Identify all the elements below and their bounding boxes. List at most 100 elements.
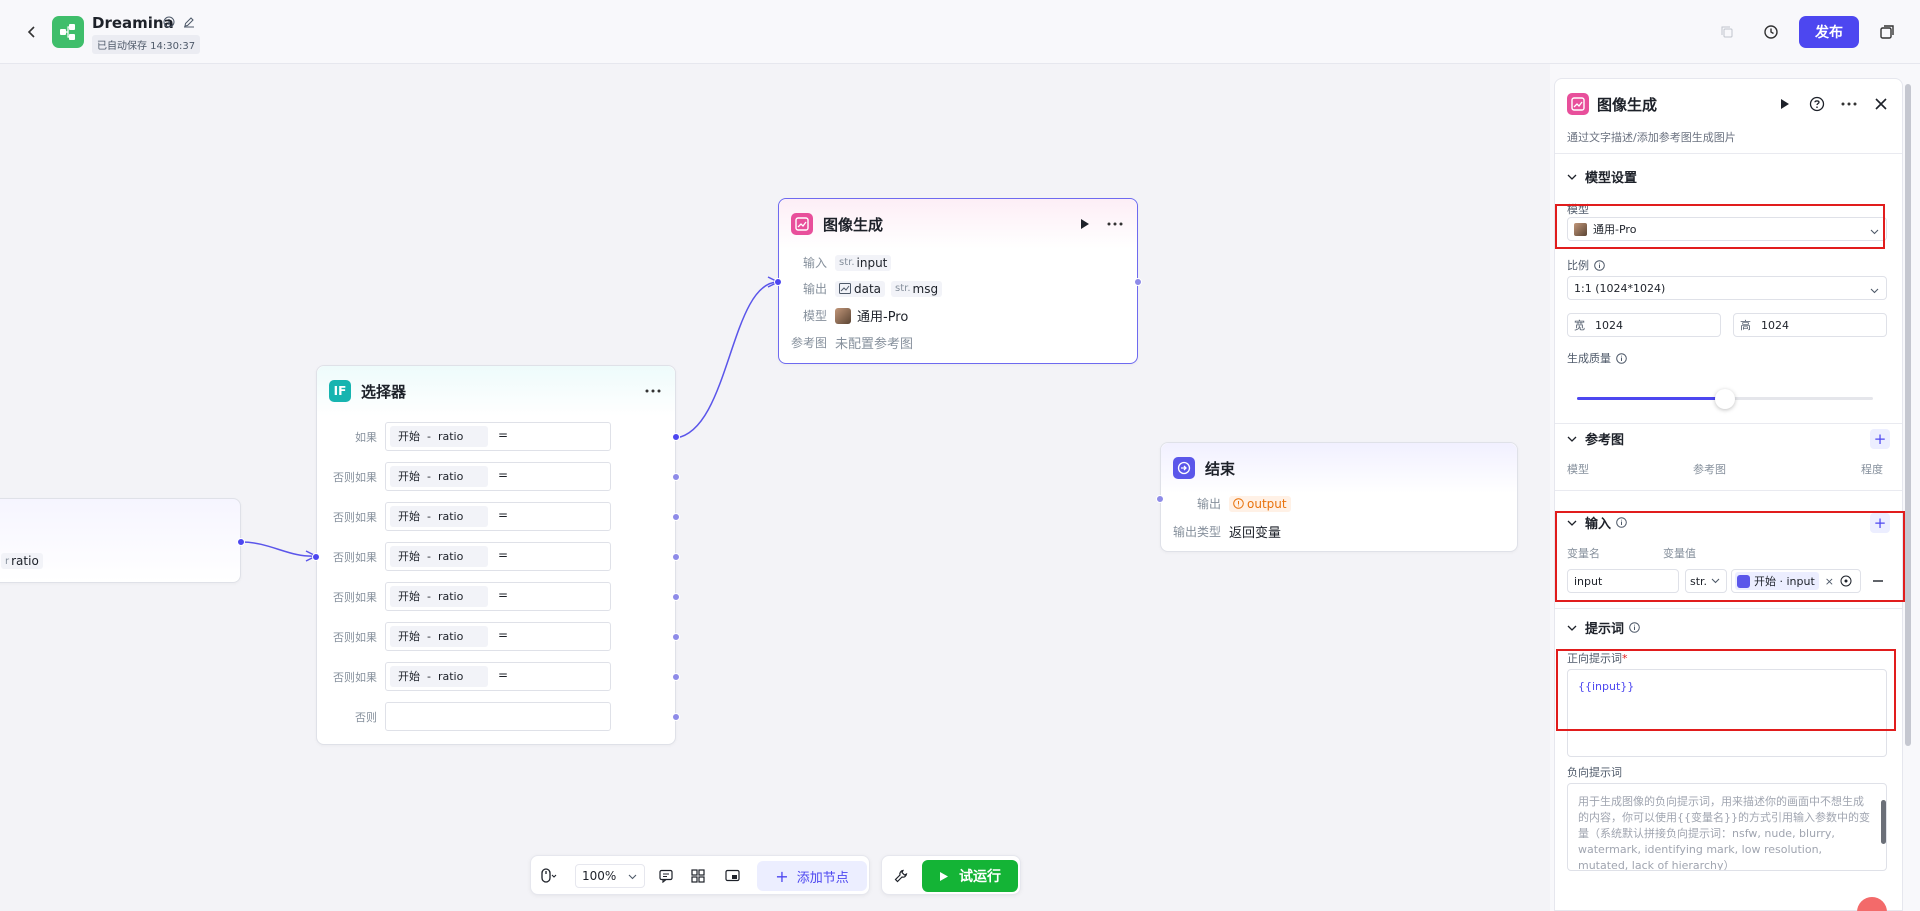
panel-card: 图像生成 通过文字描述/添加参考图生成图片 模型设置 模型 通用-Pro 比例 [1554,78,1903,911]
zoom-select[interactable]: 100% [575,864,645,888]
variable-chip: 开始 - ratio [390,586,488,607]
model-settings-section[interactable]: 模型设置 [1567,167,1637,186]
test-run-button[interactable]: 试运行 [922,860,1018,892]
clear-icon[interactable]: × [1825,575,1834,588]
quality-label: 生成质量 [1567,350,1627,366]
else-row: 否则 [317,701,680,734]
condition-handle[interactable] [672,513,680,521]
node-title: 结束 [1205,459,1236,478]
exit-icon [1173,457,1195,479]
chevron-down-icon [1870,225,1879,238]
else-input[interactable] [385,702,611,731]
add-node-button[interactable]: + 添加节点 [757,861,867,891]
play-icon[interactable] [1075,214,1095,234]
add-reference-button[interactable]: + [1870,429,1890,449]
edit-icon[interactable] [182,15,196,29]
negative-prompt-input[interactable]: 用于生成图像的负向提示词，用来描述你的画面中不想生成的内容，你可以使用{{变量名… [1567,783,1887,871]
else-handle[interactable] [672,713,680,721]
condition-row: 否则如果 开始 - ratio = [317,501,680,534]
condition-input[interactable]: 开始 - ratio = [385,462,611,491]
target-icon[interactable] [1840,575,1852,587]
width-input[interactable]: 宽 1024 [1567,313,1721,337]
image-gen-node[interactable]: 图像生成 输入 str. input 输出 data str. msg 模型 通用-… [774,198,1142,364]
condition-input[interactable]: 开始 - ratio = [385,582,611,611]
plus-icon: + [775,866,789,886]
output-tag: r ratio [1,553,43,569]
condition-handle[interactable] [672,473,680,481]
play-icon[interactable] [1774,93,1796,115]
info-icon [1594,259,1605,271]
prompt-section[interactable]: 提示词 [1567,618,1640,637]
model-avatar [1574,222,1587,236]
info-icon [1616,352,1627,364]
height-input[interactable]: 高 1024 [1733,313,1887,337]
input-section[interactable]: 输入 [1567,513,1627,532]
condition-input[interactable]: 开始 - ratio = [385,542,611,571]
remove-input-button[interactable] [1869,569,1887,593]
quality-slider[interactable] [1577,389,1873,409]
info-icon[interactable] [162,15,176,29]
chevron-left-icon [27,26,35,38]
history-icon[interactable] [1760,21,1782,43]
condition-handle[interactable] [672,593,680,601]
close-icon[interactable] [1870,93,1892,115]
positive-prompt-input[interactable]: {{input}} [1567,669,1887,757]
condition-input[interactable]: 开始 - ratio = [385,662,611,691]
more-icon[interactable] [1838,93,1860,115]
more-icon[interactable] [1105,214,1125,234]
variable-chip: 开始 - ratio [390,546,488,567]
condition-handle[interactable] [672,673,680,681]
end-node[interactable]: 结束 输出 output 输出类型 返回变量 [1156,442,1518,552]
textarea-scrollbar[interactable] [1881,800,1886,844]
copy-icon[interactable] [1716,21,1738,43]
image-type-icon [839,283,851,294]
more-icon[interactable] [643,381,663,401]
back-button[interactable] [20,20,44,44]
model-label: 模型 [1567,203,1589,216]
help-icon[interactable] [1806,93,1828,115]
condition-handle[interactable] [672,553,680,561]
minimap-icon [724,869,740,882]
variable-chip: 开始 · input [1735,572,1819,590]
chevron-down-icon [1870,284,1879,297]
variable-chip: 开始 - ratio [390,626,488,647]
condition-input[interactable]: 开始 - ratio = [385,502,611,531]
output-tag: str. msg [891,280,943,297]
variable-name-input[interactable]: input [1567,569,1679,593]
ratio-select[interactable]: 1:1 (1024*1024) [1567,276,1887,300]
panel-scrollbar[interactable] [1902,76,1914,901]
model-select[interactable]: 通用-Pro [1567,217,1887,241]
condition-row: 否则如果 开始 - ratio = [317,621,680,654]
start-node[interactable]: r ratio [0,498,245,583]
panel-description: 通过文字描述/添加参考图生成图片 [1567,131,1736,144]
scrollbar-thumb[interactable] [1905,84,1911,746]
selector-node[interactable]: IF 选择器 如果 开始 - ratio = 否则如果 开始 - ratio =… [312,365,680,745]
condition-handle[interactable] [672,433,680,441]
mouse-mode-button[interactable] [537,865,559,887]
slider-thumb[interactable] [1715,389,1735,409]
publish-button[interactable]: 发布 [1799,16,1859,48]
start-output-handle[interactable] [237,538,245,546]
comment-button[interactable] [655,865,677,887]
chevron-down-icon [1567,434,1577,444]
variable-reference-input[interactable]: 开始 · input × [1731,569,1861,593]
minimap-button[interactable] [721,865,743,887]
layout-button[interactable] [687,865,709,887]
image-output-handle[interactable] [1134,278,1142,286]
if-icon: IF [329,380,351,402]
input-tag: str. input [835,254,892,271]
duplicate-icon[interactable] [1876,21,1898,43]
run-toolbar: 试运行 [881,855,1021,895]
debug-button[interactable] [890,865,912,887]
output-tag: output [1229,495,1291,512]
variable-type-select[interactable]: str. [1685,569,1727,593]
condition-input[interactable]: 开始 - ratio = [385,422,611,451]
condition-row: 否则如果 开始 - ratio = [317,541,680,574]
workflow-icon [60,24,75,40]
comment-icon [659,869,673,883]
reference-section[interactable]: 参考图 [1567,429,1624,448]
condition-handle[interactable] [672,633,680,641]
add-input-button[interactable]: + [1870,513,1890,533]
condition-row: 如果 开始 - ratio = [317,421,680,454]
condition-input[interactable]: 开始 - ratio = [385,622,611,651]
